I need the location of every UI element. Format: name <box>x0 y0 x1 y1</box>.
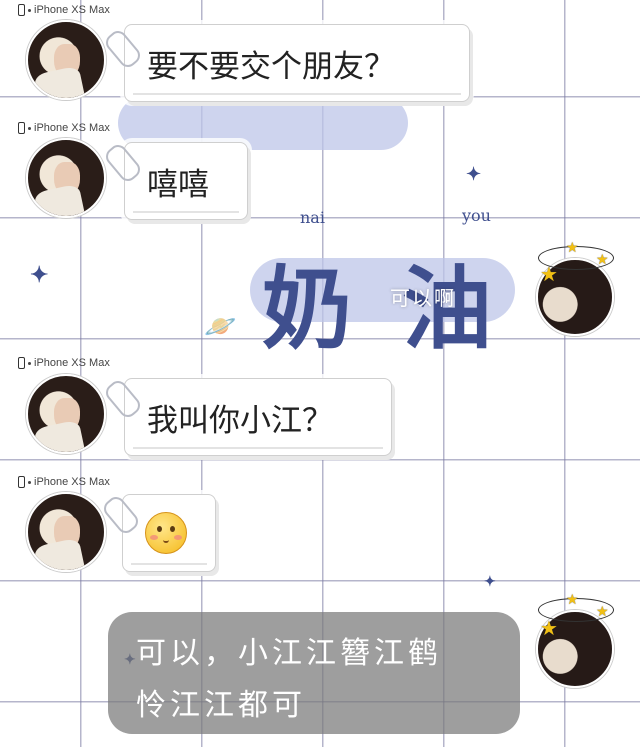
dot-icon <box>28 8 31 12</box>
star-icon: ★ <box>540 262 558 286</box>
message-text: 要不要交个朋友？ <box>147 48 395 85</box>
message-text: 嘻嘻 <box>147 166 209 203</box>
message-bubble[interactable]: 可以，小江江簪江鹤 怜江江都可 <box>108 612 520 734</box>
avatar[interactable] <box>26 138 106 218</box>
deco-char-nai: 奶 <box>262 256 352 362</box>
star-icon: ★ <box>596 252 609 268</box>
message-bubble[interactable]: 嘻嘻 <box>124 142 248 220</box>
dot-icon <box>28 361 31 365</box>
device-label: iPhone XS Max <box>18 122 110 134</box>
message-text-line-1: 可以，小江江簪江鹤 <box>136 636 442 671</box>
phone-icon <box>18 122 25 134</box>
deco-planet-icon: 🪐 <box>204 312 237 342</box>
star-icon: ★ <box>566 240 579 256</box>
message-bubble[interactable]: 我叫你小江？ <box>124 378 392 456</box>
deco-star-icon: ✦ <box>484 574 496 590</box>
device-label: iPhone XS Max <box>18 357 110 369</box>
star-icon: ★ <box>566 592 579 608</box>
message-text[interactable]: 可以啊 <box>390 282 456 311</box>
dot-icon <box>28 480 31 484</box>
deco-pinyin-nai: nai <box>300 208 325 227</box>
star-icon: ★ <box>540 616 558 640</box>
star-icon: ★ <box>596 604 609 620</box>
phone-icon <box>18 476 25 488</box>
phone-icon <box>18 357 25 369</box>
message-text: 我叫你小江？ <box>147 402 333 439</box>
deco-star-icon: ✦ <box>466 164 482 185</box>
device-label: iPhone XS Max <box>18 4 110 16</box>
dot-icon <box>28 126 31 130</box>
deco-star-icon: ✦ <box>30 262 49 288</box>
deco-pinyin-you: you <box>462 206 491 225</box>
avatar[interactable] <box>26 374 106 454</box>
message-bubble[interactable]: 要不要交个朋友？ <box>124 24 470 102</box>
avatar[interactable] <box>26 492 106 572</box>
avatar[interactable] <box>26 20 106 100</box>
phone-icon <box>18 4 25 16</box>
device-label: iPhone XS Max <box>18 476 110 488</box>
message-text-line-2: 怜江江都可 <box>136 688 306 723</box>
emoji-face-icon <box>145 512 187 554</box>
message-bubble[interactable] <box>122 494 216 572</box>
